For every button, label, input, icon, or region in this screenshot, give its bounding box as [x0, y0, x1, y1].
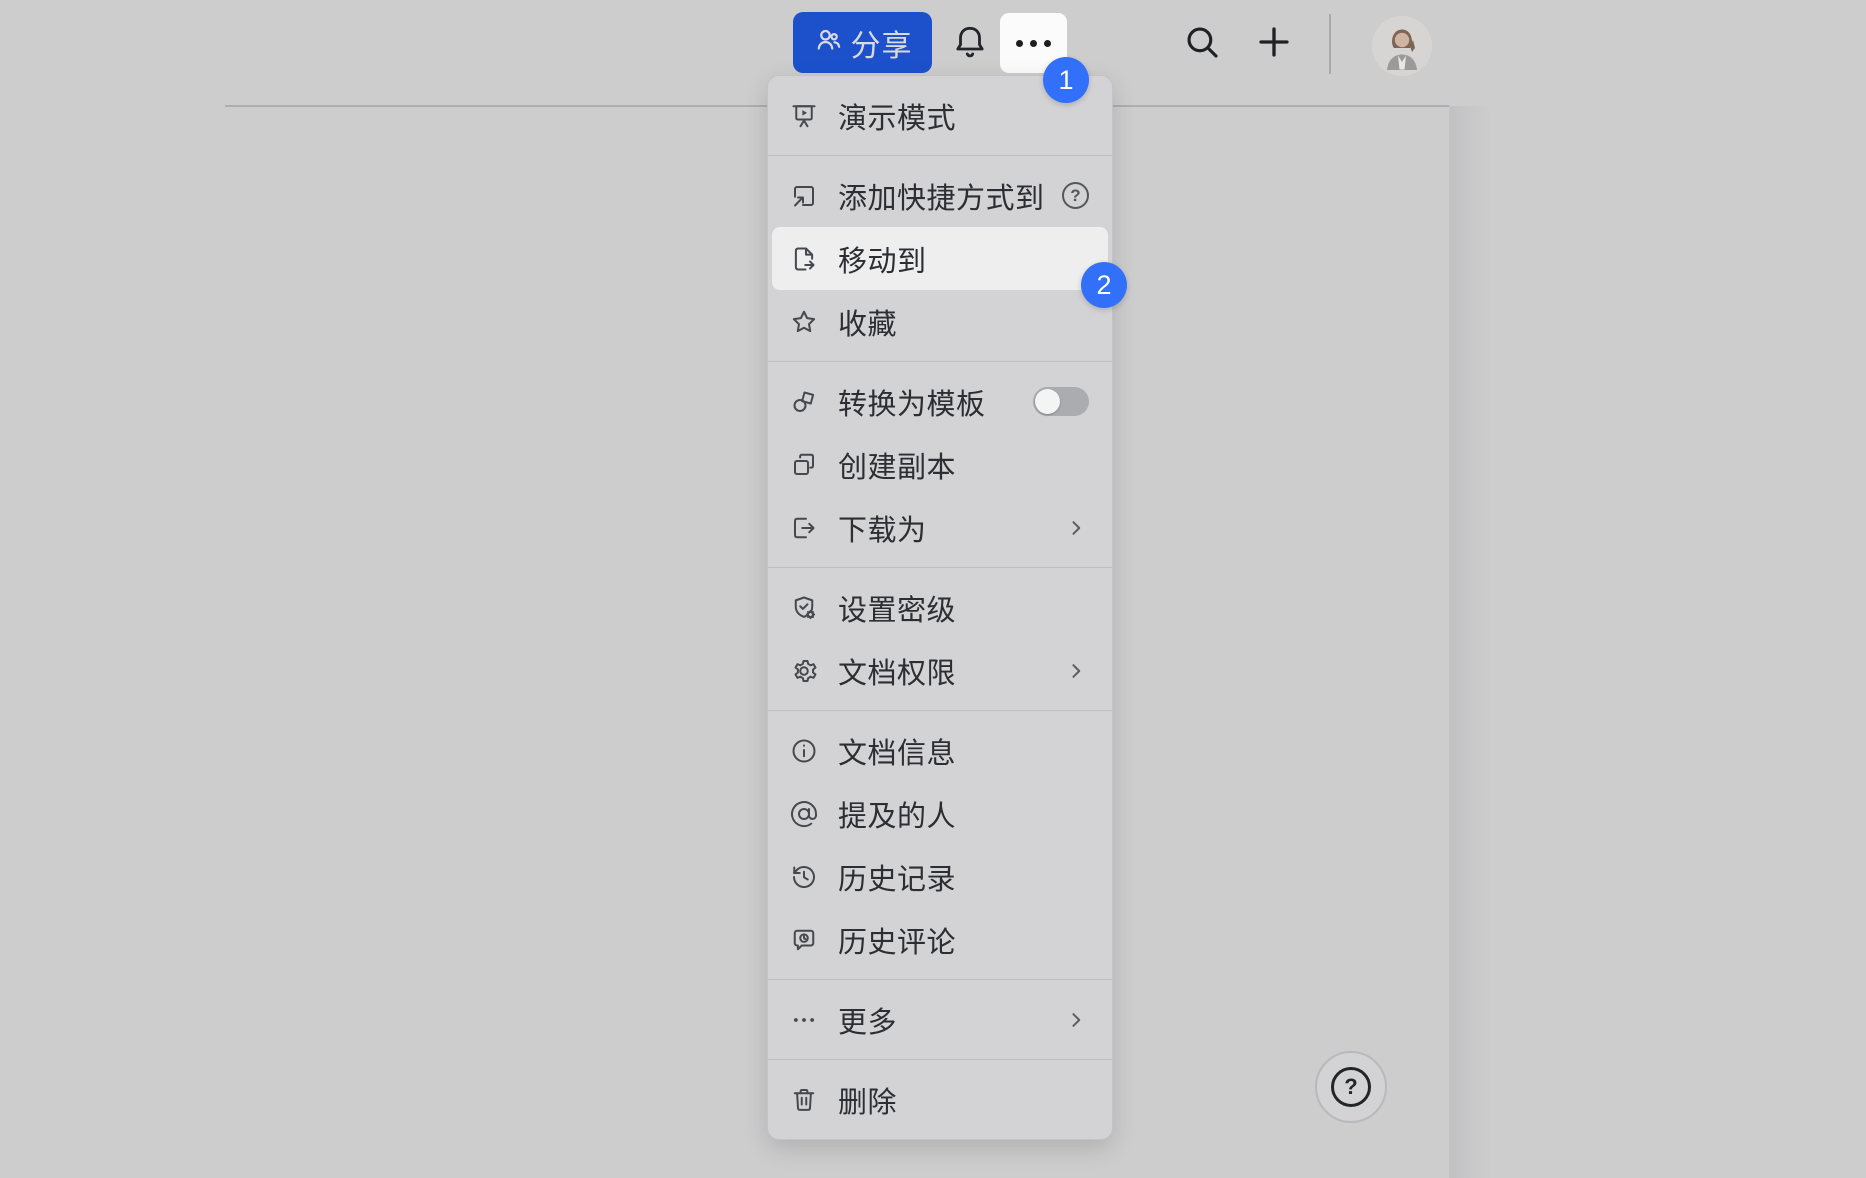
menu-item-label: 文档信息: [838, 737, 957, 770]
step-badge-1: 1: [1043, 57, 1089, 103]
chevron-right-icon: [1063, 515, 1089, 541]
chevron-right-icon: [1063, 658, 1089, 684]
shortcut-icon: [789, 181, 819, 211]
share-button[interactable]: 分享: [793, 12, 932, 73]
plus-icon: [1253, 21, 1295, 68]
download-icon: [789, 513, 819, 543]
menu-item-delete[interactable]: 删除: [768, 1068, 1112, 1131]
menu-item-label: 下载为: [838, 514, 927, 547]
template-toggle-switch[interactable]: [1033, 387, 1089, 416]
menu-item-history[interactable]: 历史记录: [768, 845, 1112, 908]
menu-item-mentioned-people[interactable]: 提及的人: [768, 782, 1112, 845]
mention-icon: [789, 799, 819, 829]
menu-item-label: 移动到: [838, 245, 927, 278]
menu-section: 文档信息提及的人历史记录历史评论: [768, 711, 1112, 979]
menu-item-add-shortcut-to[interactable]: 添加快捷方式到?: [768, 164, 1112, 227]
share-button-label: 分享: [850, 29, 913, 63]
menu-item-label: 收藏: [838, 308, 898, 341]
share-people-icon: [813, 25, 843, 60]
menu-section: 设置密级 文档权限: [768, 568, 1112, 710]
menu-section: 添加快捷方式到? 移动到收藏: [768, 156, 1112, 361]
menu-section: 更多: [768, 980, 1112, 1059]
help-circle-icon[interactable]: ?: [1062, 182, 1089, 209]
notifications-button[interactable]: [946, 20, 994, 68]
menu-item-comment-history[interactable]: 历史评论: [768, 908, 1112, 971]
menu-item-label: 设置密级: [838, 594, 957, 627]
menu-item-label: 文档权限: [838, 657, 957, 690]
menu-item-label: 转换为模板: [838, 388, 986, 421]
toggle-knob: [1035, 389, 1060, 414]
star-icon: [789, 307, 819, 337]
menu-item-move-to[interactable]: 移动到: [772, 227, 1108, 290]
comment-history-icon: [789, 925, 819, 955]
menu-item-download-as[interactable]: 下载为: [768, 496, 1112, 559]
menu-item-label: 历史记录: [838, 863, 957, 896]
menu-item-label: 提及的人: [838, 800, 957, 833]
bell-icon: [950, 22, 990, 67]
menu-item-doc-permission[interactable]: 文档权限: [768, 639, 1112, 702]
menu-item-duplicate[interactable]: 创建副本: [768, 433, 1112, 496]
content-right-edge: [1449, 106, 1491, 1178]
help-floating-button[interactable]: ?: [1315, 1051, 1387, 1123]
context-menu: 演示模式添加快捷方式到? 移动到收藏转换为模板创建副本下载为设置密级文档权限文档信…: [767, 75, 1113, 1140]
question-mark-icon: ?: [1331, 1067, 1371, 1107]
user-avatar[interactable]: [1372, 16, 1432, 76]
move-icon: [789, 244, 819, 274]
info-icon: [789, 736, 819, 766]
copy-icon: [789, 450, 819, 480]
app-root: 分享 演示模式 添加快捷方式到 ? 移动到 收藏 转换为模板 创建副本 下载为 …: [0, 0, 1866, 1178]
menu-item-set-security-level[interactable]: 设置密级: [768, 576, 1112, 639]
security-icon: [789, 593, 819, 623]
step-badge-2: 2: [1081, 262, 1127, 308]
menu-item-label: 添加快捷方式到: [838, 182, 1045, 215]
ellipsis-icon: [1016, 39, 1051, 47]
menu-section: 转换为模板创建副本下载为: [768, 362, 1112, 567]
menu-item-convert-to-template[interactable]: 转换为模板: [768, 370, 1112, 433]
menu-item-label: 删除: [838, 1086, 898, 1119]
create-new-button[interactable]: [1250, 20, 1298, 68]
gear-icon: [789, 656, 819, 686]
menu-item-label: 更多: [838, 1006, 898, 1039]
menu-section: 删除: [768, 1060, 1112, 1139]
template-icon: [789, 387, 819, 417]
chevron-right-icon: [1063, 1007, 1089, 1033]
search-icon: [1181, 21, 1223, 68]
menu-item-label: 历史评论: [838, 926, 957, 959]
search-button[interactable]: [1178, 20, 1226, 68]
user-photo: [1372, 16, 1432, 76]
menu-item-doc-info[interactable]: 文档信息: [768, 719, 1112, 782]
menu-item-label: 创建副本: [838, 451, 957, 484]
trash-icon: [789, 1085, 819, 1115]
presentation-icon: [789, 101, 819, 131]
history-icon: [789, 862, 819, 892]
menu-item-more[interactable]: 更多: [768, 988, 1112, 1051]
more-icon: [789, 1005, 819, 1035]
toolbar-divider: [1329, 14, 1331, 74]
menu-item-label: 演示模式: [838, 102, 957, 135]
menu-item-favorite[interactable]: 收藏: [768, 290, 1112, 353]
